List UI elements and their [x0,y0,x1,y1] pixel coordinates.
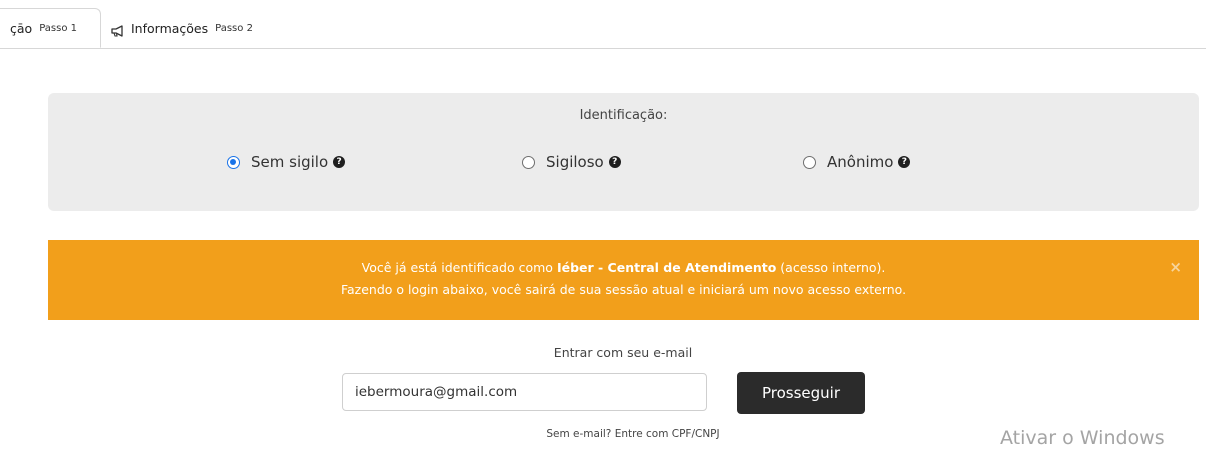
session-alert: Você já está identificado como Iéber - C… [48,240,1199,320]
radio-anonimo-label: Anônimo [827,153,894,171]
close-icon[interactable]: × [1169,258,1182,276]
radio-sigiloso-label: Sigiloso [546,153,604,171]
radio-anonimo[interactable] [803,155,816,169]
question-circle-icon[interactable]: ? [898,156,911,168]
tab-step-1-label: Passo 1 [39,22,77,34]
tab-step-2-title: Informações [131,20,209,36]
tab-step-2[interactable]: Informações Passo 2 [111,8,253,48]
question-circle-icon[interactable]: ? [333,156,346,168]
radio-option-sigiloso[interactable]: Sigiloso ? [522,153,621,171]
windows-activation-watermark: Ativar o Windows [1000,427,1165,449]
question-circle-icon[interactable]: ? [608,156,621,168]
identification-label: Identificação: [579,108,668,123]
alert-user-name: Iéber - Central de Atendimento [556,260,777,275]
tab-step-1-title: çāo [10,20,33,36]
radio-sem-sigilo-label: Sem sigilo [251,153,329,171]
radio-sigiloso[interactable] [522,155,535,169]
prosseguir-button[interactable]: Prosseguir [737,372,865,414]
megaphone-icon [111,22,125,37]
email-label: Entrar com seu e-mail [553,345,693,360]
identification-panel: Identificação: Sem sigilo ? Sigiloso ? A… [48,93,1199,211]
alert-line-1-prefix: Você já está identificado como [361,260,557,275]
step-tabs: çāo Passo 1 Informações Passo 2 [0,8,1206,49]
alert-line-1-suffix: (acesso interno). [776,260,886,275]
radio-option-sem-sigilo[interactable]: Sem sigilo ? [227,153,346,171]
radio-sem-sigilo[interactable] [227,155,240,169]
tab-step-1[interactable]: çāo Passo 1 [0,8,101,48]
radio-option-anonimo[interactable]: Anônimo ? [803,153,911,171]
alert-line-2: Fazendo o login abaixo, você sairá de su… [340,282,907,297]
tab-step-2-label: Passo 2 [215,22,253,34]
page: çāo Passo 1 Informações Passo 2 Identifi… [0,0,1206,451]
alert-line-1: Você já está identificado como Iéber - C… [48,260,1199,275]
email-field[interactable] [342,373,707,411]
